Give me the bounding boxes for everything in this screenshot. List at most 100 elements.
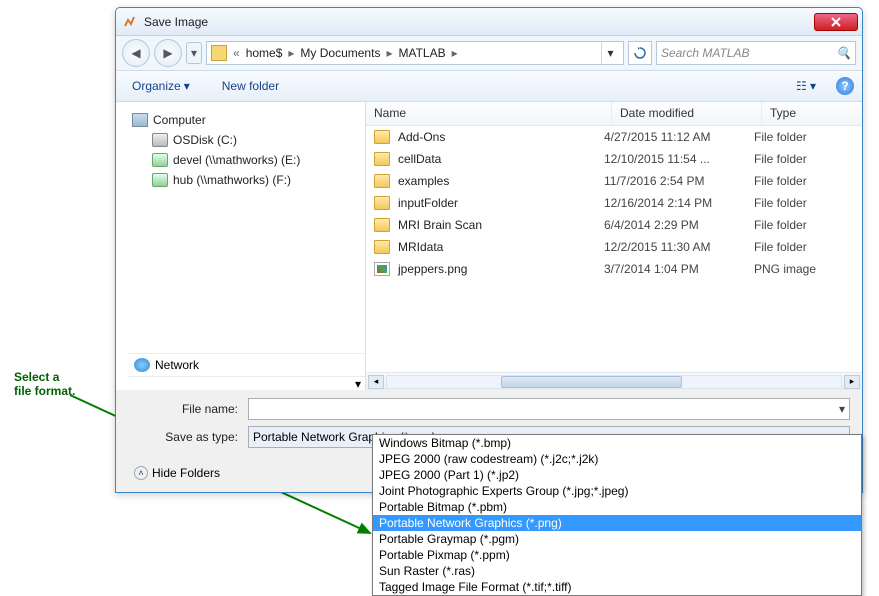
close-button[interactable] bbox=[814, 13, 858, 31]
file-date: 11/7/2016 2:54 PM bbox=[604, 174, 754, 188]
chevron-up-icon: ˄ bbox=[134, 466, 148, 480]
file-name: jpeppers.png bbox=[398, 262, 604, 276]
chevron-down-icon[interactable]: ▾ bbox=[839, 402, 845, 416]
scroll-track[interactable] bbox=[386, 375, 842, 389]
column-date[interactable]: Date modified bbox=[612, 102, 762, 125]
breadcrumb[interactable]: « home$ ▸ My Documents ▸ MATLAB ▸ ▾ bbox=[206, 41, 624, 65]
file-date: 3/7/2014 1:04 PM bbox=[604, 262, 754, 276]
column-name[interactable]: Name bbox=[366, 102, 612, 125]
file-list: Name Date modified Type Add-Ons4/27/2015… bbox=[366, 102, 862, 390]
chevron-icon: « bbox=[231, 46, 242, 60]
file-type: File folder bbox=[754, 130, 854, 144]
dropdown-option[interactable]: Sun Raster (*.ras) bbox=[373, 563, 861, 579]
file-type: File folder bbox=[754, 196, 854, 210]
folder-icon bbox=[211, 45, 227, 61]
scroll-thumb[interactable] bbox=[501, 376, 683, 388]
dropdown-option[interactable]: Portable Graymap (*.pgm) bbox=[373, 531, 861, 547]
history-dropdown[interactable]: ▾ bbox=[186, 42, 202, 64]
file-name: MRI Brain Scan bbox=[398, 218, 604, 232]
file-row[interactable]: cellData12/10/2015 11:54 ...File folder bbox=[366, 148, 862, 170]
refresh-button[interactable] bbox=[628, 41, 652, 65]
horizontal-scrollbar[interactable]: ◂ ▸ bbox=[366, 372, 862, 390]
folder-icon bbox=[374, 196, 390, 210]
scroll-left-icon[interactable]: ◂ bbox=[368, 375, 384, 389]
dropdown-option[interactable]: Portable Bitmap (*.pbm) bbox=[373, 499, 861, 515]
breadcrumb-seg[interactable]: My Documents bbox=[296, 46, 384, 60]
disk-icon bbox=[152, 133, 168, 147]
file-type: File folder bbox=[754, 152, 854, 166]
column-type[interactable]: Type bbox=[762, 102, 862, 125]
folder-icon bbox=[374, 130, 390, 144]
chevron-right-icon: ▸ bbox=[384, 46, 394, 60]
file-name: cellData bbox=[398, 152, 604, 166]
scroll-right-icon[interactable]: ▸ bbox=[844, 375, 860, 389]
chevron-down-icon: ▾ bbox=[184, 79, 190, 93]
new-folder-button[interactable]: New folder bbox=[214, 76, 287, 96]
dropdown-option[interactable]: JPEG 2000 (raw codestream) (*.j2c;*.j2k) bbox=[373, 451, 861, 467]
tree-drive[interactable]: devel (\\mathworks) (E:) bbox=[128, 150, 365, 170]
breadcrumb-dropdown[interactable]: ▾ bbox=[601, 42, 619, 64]
computer-icon bbox=[132, 113, 148, 127]
folder-icon bbox=[374, 152, 390, 166]
folder-icon bbox=[374, 218, 390, 232]
dropdown-option[interactable]: JPEG 2000 (Part 1) (*.jp2) bbox=[373, 467, 861, 483]
breadcrumb-seg[interactable]: home$ bbox=[242, 46, 287, 60]
chevron-right-icon: ▸ bbox=[450, 46, 460, 60]
tree-network[interactable]: Network bbox=[128, 353, 365, 376]
file-name: MRIdata bbox=[398, 240, 604, 254]
tree-drive[interactable]: hub (\\mathworks) (F:) bbox=[128, 170, 365, 190]
list-header: Name Date modified Type bbox=[366, 102, 862, 126]
network-drive-icon bbox=[152, 153, 168, 167]
breadcrumb-seg[interactable]: MATLAB bbox=[394, 46, 449, 60]
toolbar: Organize ▾ New folder ☷ ▾ ? bbox=[116, 70, 862, 102]
dropdown-option[interactable]: Portable Network Graphics (*.png) bbox=[373, 515, 861, 531]
file-row[interactable]: jpeppers.png3/7/2014 1:04 PMPNG image bbox=[366, 258, 862, 280]
file-date: 4/27/2015 11:12 AM bbox=[604, 130, 754, 144]
dropdown-option[interactable]: Joint Photographic Experts Group (*.jpg;… bbox=[373, 483, 861, 499]
file-type: PNG image bbox=[754, 262, 854, 276]
save-image-dialog: Save Image ◀ ▶ ▾ « home$ ▸ My Documents … bbox=[115, 7, 863, 493]
chevron-right-icon: ▸ bbox=[286, 46, 296, 60]
dropdown-option[interactable]: Windows Bitmap (*.bmp) bbox=[373, 435, 861, 451]
folder-icon bbox=[374, 240, 390, 254]
network-icon bbox=[134, 358, 150, 372]
file-type: File folder bbox=[754, 218, 854, 232]
help-button[interactable]: ? bbox=[836, 77, 854, 95]
dropdown-option[interactable]: Portable Pixmap (*.ppm) bbox=[373, 547, 861, 563]
filename-input[interactable]: ▾ bbox=[248, 398, 850, 420]
view-options-button[interactable]: ☷ ▾ bbox=[792, 75, 820, 97]
file-date: 12/10/2015 11:54 ... bbox=[604, 152, 754, 166]
file-row[interactable]: inputFolder12/16/2014 2:14 PMFile folder bbox=[366, 192, 862, 214]
file-type: File folder bbox=[754, 174, 854, 188]
filename-label: File name: bbox=[128, 402, 248, 416]
saveastype-dropdown-list[interactable]: Windows Bitmap (*.bmp)JPEG 2000 (raw cod… bbox=[372, 434, 862, 596]
annotation-line2: file format. bbox=[14, 384, 75, 398]
file-name: Add-Ons bbox=[398, 130, 604, 144]
saveastype-label: Save as type: bbox=[128, 430, 248, 444]
nav-tree: Computer OSDisk (C:) devel (\\mathworks)… bbox=[116, 102, 366, 390]
back-button[interactable]: ◀ bbox=[122, 39, 150, 67]
forward-button[interactable]: ▶ bbox=[154, 39, 182, 67]
tree-computer[interactable]: Computer bbox=[128, 110, 365, 130]
titlebar[interactable]: Save Image bbox=[116, 8, 862, 36]
tree-drive[interactable]: OSDisk (C:) bbox=[128, 130, 365, 150]
file-name: inputFolder bbox=[398, 196, 604, 210]
file-row[interactable]: Add-Ons4/27/2015 11:12 AMFile folder bbox=[366, 126, 862, 148]
annotation-label: Select a file format. bbox=[14, 370, 75, 399]
search-placeholder: Search MATLAB bbox=[661, 46, 836, 60]
file-row[interactable]: MRIdata12/2/2015 11:30 AMFile folder bbox=[366, 236, 862, 258]
file-date: 12/16/2014 2:14 PM bbox=[604, 196, 754, 210]
image-file-icon bbox=[374, 262, 390, 276]
app-icon bbox=[122, 14, 138, 30]
file-type: File folder bbox=[754, 240, 854, 254]
file-row[interactable]: MRI Brain Scan6/4/2014 2:29 PMFile folde… bbox=[366, 214, 862, 236]
search-input[interactable]: Search MATLAB 🔍 bbox=[656, 41, 856, 65]
dropdown-option[interactable]: Tagged Image File Format (*.tif;*.tiff) bbox=[373, 579, 861, 595]
folder-icon bbox=[374, 174, 390, 188]
file-row[interactable]: examples11/7/2016 2:54 PMFile folder bbox=[366, 170, 862, 192]
organize-button[interactable]: Organize ▾ bbox=[124, 76, 198, 96]
file-date: 6/4/2014 2:29 PM bbox=[604, 218, 754, 232]
tree-collapse[interactable]: ▾ bbox=[128, 376, 365, 390]
file-date: 12/2/2015 11:30 AM bbox=[604, 240, 754, 254]
annotation-line1: Select a bbox=[14, 370, 75, 384]
